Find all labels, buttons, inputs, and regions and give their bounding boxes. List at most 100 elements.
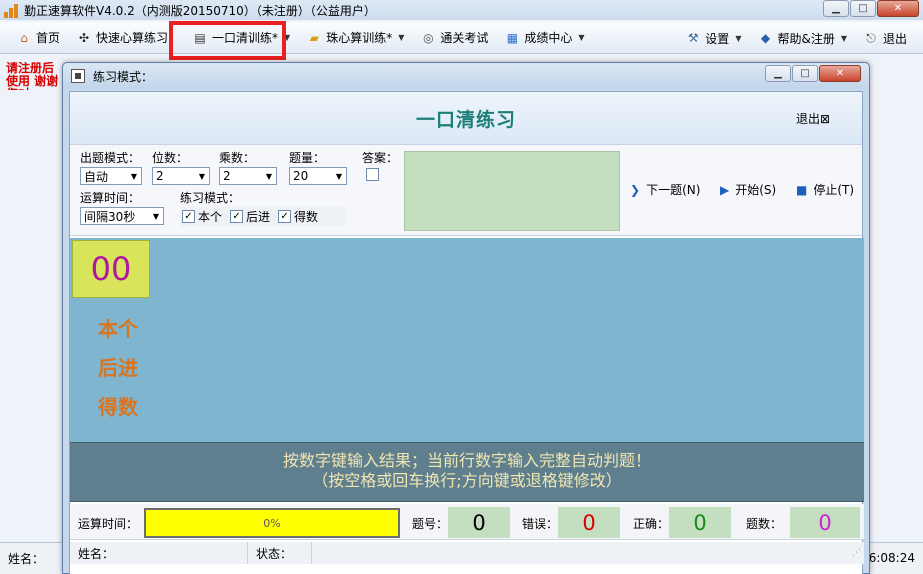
dialog-close-button[interactable]: ✕: [819, 65, 861, 82]
option-deshu-checkbox[interactable]: ✓: [278, 210, 292, 223]
answer-field: 答案：: [362, 149, 398, 181]
settings-panel: 出题模式： 自动 ▼ 位数： 2 ▼ 乘数： 2 ▼ 题量： 20 ▼ 答案： 运算时间…: [70, 144, 862, 236]
chevron-down-icon: ▼: [130, 171, 138, 181]
question-number-label: 题号：: [412, 517, 449, 531]
maximize-button[interactable]: □: [850, 0, 876, 17]
answer-checkbox[interactable]: [366, 168, 379, 181]
question-mode-field: 出题模式： 自动 ▼: [80, 149, 142, 185]
menu-quick-mental-label: 快速心算练习: [96, 31, 169, 45]
stop-icon: ■: [796, 182, 808, 197]
folder-icon: ▰: [309, 30, 319, 45]
question-display-box: [404, 151, 620, 231]
option-houjin-label: 后进: [246, 210, 271, 224]
menu-settings[interactable]: ⚒ 设置 ▼: [679, 26, 747, 50]
menu-settings-label: 设置: [705, 31, 730, 46]
dialog-maximize-button[interactable]: □: [792, 65, 818, 82]
question-number-value: 0: [448, 507, 510, 538]
practice-mode-group: ✓ 本个 ✓ 后进 ✓ 得数: [180, 207, 346, 226]
menu-abacus-label: 珠心算训练*: [326, 31, 393, 45]
dialog-minimize-button[interactable]: ▁: [765, 65, 791, 82]
status-state-label: 状态：: [256, 546, 293, 561]
chart-icon: ▦: [506, 30, 519, 45]
multiplier-select[interactable]: 2 ▼: [219, 167, 277, 185]
hint-line-1: 按数字键输入结果；当前行数字输入完整自动判题！: [282, 451, 651, 470]
calc-time-select[interactable]: 间隔30秒 ▼: [80, 207, 164, 225]
hint-line-2: （按空格或回车换行;方向键或退格键修改）: [312, 471, 622, 490]
start-button[interactable]: ▶ 开始(S): [720, 181, 776, 198]
exit-icon: ⎋: [866, 30, 876, 45]
chevron-down-icon: ▼: [265, 171, 273, 181]
digits-label: 位数：: [152, 151, 189, 165]
window-title: 勤正速算软件V4.0.2（内测版20150710）（未注册）（公益用户）: [24, 3, 376, 18]
correct-count-label: 正确：: [633, 517, 670, 531]
stop-button[interactable]: ■ 停止(T): [796, 181, 854, 198]
question-mode-select[interactable]: 自动 ▼: [80, 167, 142, 185]
window-controls: ▁ □ ✕: [822, 0, 919, 17]
time-progress-bar: 0%: [144, 508, 400, 538]
register-notice: 请注册后使用 谢谢您对: [6, 62, 59, 90]
start-label: 开始(S): [735, 183, 777, 197]
menu-help-label: 帮助&注册: [777, 31, 835, 46]
close-button[interactable]: ✕: [877, 0, 919, 17]
practice-title: 一口清练习: [415, 108, 516, 131]
status-state-cell: 状态：: [248, 542, 312, 564]
option-houjin-checkbox[interactable]: ✓: [230, 210, 244, 223]
stop-label: 停止(T): [813, 183, 855, 197]
calc-time-field: 运算时间： 间隔30秒 ▼: [80, 189, 164, 225]
option-benge-label: 本个: [198, 210, 223, 224]
tools-icon: ⚒: [687, 31, 699, 45]
resize-grip-icon[interactable]: ⋰: [852, 548, 864, 558]
chevron-down-icon: ▼: [735, 33, 742, 43]
menu-exam[interactable]: ◎ 通关考试: [414, 26, 494, 50]
mode-word-houjin: 后进: [98, 356, 138, 380]
main-menubar: ⌂ 首页 ✣ 快速心算练习 ▤ 一口清训练* ▼ ▰ 珠心算训练* ▼ ◎ 通关…: [0, 22, 923, 54]
mode-word-benge: 本个: [98, 317, 138, 341]
question-mode-value: 自动: [84, 169, 109, 184]
error-count-value: 0: [558, 507, 620, 538]
menu-exit[interactable]: ⎋ 退出: [857, 26, 913, 50]
calc-time-metric-label: 运算时间：: [78, 517, 139, 531]
multiplier-label: 乘数：: [219, 151, 256, 165]
chevron-down-icon: ▼: [840, 33, 847, 43]
play-icon: ▶: [720, 182, 730, 197]
home-icon: ⌂: [20, 30, 28, 45]
minimize-button[interactable]: ▁: [823, 0, 849, 17]
progress-text: 0%: [263, 516, 281, 530]
option-benge-checkbox[interactable]: ✓: [182, 210, 195, 223]
practice-dialog: 练习模式： ▁ □ ✕ 一口清练习 退出⊠ 出题模式： 自动 ▼ 位数： 2 ▼ 乘…: [62, 62, 870, 574]
chevron-down-icon: ▼: [578, 33, 585, 42]
mode-word-deshu: 得数: [98, 395, 138, 419]
dialog-title-bar: 练习模式： ▁ □ ✕: [63, 63, 869, 89]
dialog-status-bar: 姓名： 状态： ⋰: [70, 542, 864, 564]
calc-time-label: 运算时间：: [80, 191, 141, 205]
total-count-label: 题数：: [746, 517, 783, 531]
correct-count-value: 0: [669, 507, 731, 538]
multiplier-field: 乘数： 2 ▼: [219, 149, 277, 185]
status-name-label: 姓名：: [78, 546, 115, 561]
answer-work-area[interactable]: 00 本个 后进 得数: [70, 238, 864, 442]
question-count-select[interactable]: 20 ▼: [289, 167, 347, 185]
main-status-name-label: 姓名：: [8, 552, 45, 566]
menu-scores[interactable]: ▦ 成绩中心 ▼: [498, 26, 590, 50]
total-count-value: 0: [790, 507, 860, 538]
exit-button[interactable]: 退出⊠: [796, 110, 830, 127]
highlight-annotation: [169, 21, 286, 60]
option-deshu-label: 得数: [294, 210, 319, 224]
menu-scores-label: 成绩中心: [524, 31, 573, 45]
next-question-button[interactable]: ❯ 下一题(N): [630, 181, 700, 198]
menu-exam-label: 通关考试: [440, 31, 489, 45]
book-icon: ◆: [760, 31, 771, 45]
menu-home-label: 首页: [36, 31, 61, 45]
digits-select[interactable]: 2 ▼: [152, 167, 210, 185]
mode-words: 本个 后进 得数: [98, 310, 138, 427]
menu-help[interactable]: ◆ 帮助&注册 ▼: [751, 26, 853, 50]
menu-quick-mental[interactable]: ✣ 快速心算练习: [70, 26, 174, 50]
error-count-label: 错误：: [522, 517, 559, 531]
menu-home[interactable]: ⌂ 首页: [10, 26, 66, 50]
input-hint: 按数字键输入结果；当前行数字输入完整自动判题！ （按空格或回车换行;方向键或退格…: [70, 442, 864, 502]
calc-time-value: 间隔30秒: [84, 209, 136, 224]
question-count-value: 20: [293, 169, 309, 183]
menu-abacus[interactable]: ▰ 珠心算训练* ▼: [300, 26, 410, 50]
practice-banner: 一口清练习 退出⊠: [70, 92, 862, 144]
dialog-content: 一口清练习 退出⊠ 出题模式： 自动 ▼ 位数： 2 ▼ 乘数： 2 ▼ 题量： 20…: [69, 91, 864, 574]
